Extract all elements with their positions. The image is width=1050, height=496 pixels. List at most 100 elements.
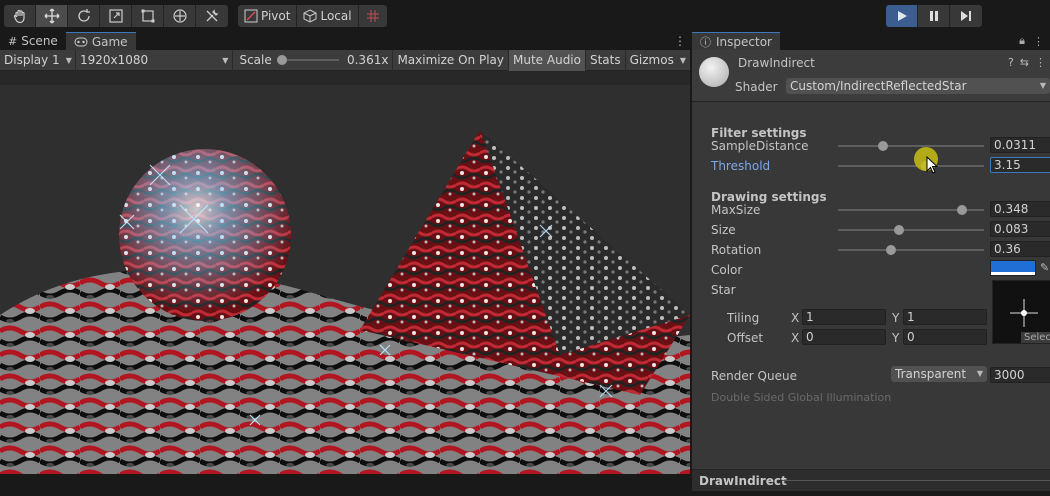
sample-distance-slider[interactable] bbox=[838, 141, 984, 151]
tiling-x-field[interactable]: 1 bbox=[802, 309, 886, 325]
pause-button[interactable] bbox=[918, 5, 950, 27]
tiling-y-label: Y bbox=[892, 311, 900, 325]
filter-settings-header: Filter settings bbox=[711, 126, 807, 140]
context-menu-icon[interactable]: ⋮ bbox=[1035, 56, 1046, 69]
scale-icon bbox=[108, 9, 123, 23]
offset-y-label: Y bbox=[892, 331, 900, 345]
transform-tool-button[interactable] bbox=[164, 5, 196, 27]
max-size-field[interactable]: 0.348 bbox=[990, 201, 1050, 217]
transform-tools bbox=[4, 5, 228, 27]
tab-game[interactable]: Game bbox=[65, 32, 136, 50]
star-texture-slot[interactable]: Select bbox=[992, 280, 1050, 344]
material-header: DrawIndirect ? ⇆ ⋮ Shader Custom/Indirec… bbox=[692, 50, 1050, 102]
lock-icon[interactable]: 🔒︎ bbox=[1019, 34, 1025, 48]
mouse-cursor-icon bbox=[926, 156, 938, 174]
game-viewport[interactable] bbox=[0, 85, 690, 474]
resolution-select[interactable]: 1920x1080 ▼ bbox=[76, 49, 234, 71]
scale-slider[interactable] bbox=[277, 55, 339, 65]
hand-tool-button[interactable] bbox=[4, 5, 36, 27]
render-queue-label: Render Queue bbox=[711, 369, 797, 383]
scale-value: 0.361x bbox=[346, 53, 389, 67]
pivot-toggles: Pivot Local bbox=[238, 5, 387, 27]
size-slider[interactable] bbox=[838, 225, 984, 235]
playback-controls bbox=[886, 5, 982, 27]
info-icon: ⓘ bbox=[700, 35, 711, 49]
double-sided-gi-label: Double Sided Global Illumination bbox=[711, 391, 892, 404]
chevron-down-icon: ▼ bbox=[222, 55, 229, 65]
hand-icon bbox=[13, 9, 25, 24]
resolution-value: 1920x1080 bbox=[80, 53, 149, 67]
inspector-footer: DrawIndirect bbox=[692, 469, 1050, 491]
window-bottom-edge bbox=[0, 491, 1050, 496]
display-value: Display 1 bbox=[4, 53, 60, 67]
offset-y-field[interactable]: 0 bbox=[903, 329, 987, 345]
move-tool-button[interactable] bbox=[36, 5, 68, 27]
sample-distance-label: SampleDistance bbox=[711, 139, 809, 153]
display-select[interactable]: Display 1 ▼ bbox=[0, 49, 76, 71]
shader-select[interactable]: Custom/IndirectReflectedStar ▼ bbox=[786, 78, 1050, 94]
game-panel: # Scene Game ⋮ Display 1 ▼ 1920x1080 ▼ S… bbox=[0, 32, 690, 496]
render-queue-field[interactable]: 3000 bbox=[990, 367, 1050, 383]
stats-toggle[interactable]: Stats bbox=[586, 49, 626, 71]
gizmos-toggle[interactable]: Gizmos ▼ bbox=[626, 50, 690, 71]
pivot-button[interactable]: Pivot bbox=[238, 5, 298, 27]
rotation-field[interactable]: 0.36 bbox=[990, 241, 1050, 257]
main-toolbar: Pivot Local bbox=[0, 0, 1050, 32]
panel-menu-icon[interactable]: ⋮ bbox=[1033, 35, 1044, 48]
eyedropper-icon[interactable]: ✎ bbox=[1040, 261, 1049, 274]
step-button[interactable] bbox=[950, 5, 982, 27]
pivot-label: Pivot bbox=[261, 9, 291, 23]
sample-distance-field[interactable]: 0.0311 bbox=[990, 137, 1050, 153]
drawing-settings-header: Drawing settings bbox=[711, 190, 827, 204]
custom-tool-button[interactable] bbox=[196, 5, 228, 27]
play-button[interactable] bbox=[886, 5, 918, 27]
transform-icon bbox=[172, 9, 187, 23]
help-icon[interactable]: ? bbox=[1008, 56, 1014, 69]
alpha-bar bbox=[991, 272, 1035, 275]
pause-icon bbox=[929, 11, 938, 21]
chevron-down-icon: ▼ bbox=[679, 55, 686, 65]
local-label: Local bbox=[320, 9, 352, 23]
scale-tool-button[interactable] bbox=[100, 5, 132, 27]
panel-menu-icon[interactable]: ⋮ bbox=[670, 32, 690, 49]
tab-scene[interactable]: # Scene bbox=[0, 32, 66, 50]
scale-slider-knob[interactable] bbox=[277, 55, 287, 65]
render-queue-select[interactable]: Transparent ▼ bbox=[891, 366, 987, 382]
max-size-knob[interactable] bbox=[957, 205, 968, 215]
tiling-label: Tiling bbox=[727, 311, 760, 325]
tab-inspector[interactable]: ⓘ Inspector bbox=[692, 32, 780, 50]
preset-icon[interactable]: ⇆ bbox=[1020, 56, 1029, 69]
rendered-scene bbox=[0, 85, 690, 474]
size-field[interactable]: 0.083 bbox=[990, 221, 1050, 237]
gizmos-label: Gizmos bbox=[629, 53, 674, 67]
threshold-slider[interactable] bbox=[838, 161, 984, 171]
sample-distance-knob[interactable] bbox=[878, 141, 889, 151]
tab-game-label: Game bbox=[91, 34, 128, 49]
threshold-label: Threshold bbox=[711, 159, 771, 173]
threshold-field[interactable]: 3.15 bbox=[990, 157, 1050, 173]
scale-control: Scale 0.361x bbox=[233, 49, 394, 71]
grid-snap-button[interactable] bbox=[359, 5, 387, 27]
max-size-label: MaxSize bbox=[711, 203, 761, 217]
rotation-knob[interactable] bbox=[885, 245, 896, 255]
texture-select-button[interactable]: Select bbox=[1021, 332, 1050, 343]
material-preview bbox=[699, 57, 729, 87]
mute-audio-toggle[interactable]: Mute Audio bbox=[509, 49, 586, 71]
color-field[interactable] bbox=[990, 260, 1036, 276]
chevron-down-icon: ▼ bbox=[976, 369, 983, 378]
chevron-down-icon: ▼ bbox=[65, 55, 72, 65]
size-knob[interactable] bbox=[894, 225, 905, 235]
rotate-tool-button[interactable] bbox=[68, 5, 100, 27]
rect-tool-button[interactable] bbox=[132, 5, 164, 27]
max-size-slider[interactable] bbox=[838, 205, 984, 215]
material-header-icons: ? ⇆ ⋮ bbox=[1008, 56, 1046, 69]
rotation-slider[interactable] bbox=[838, 245, 984, 255]
star-label: Star bbox=[711, 283, 736, 297]
rotate-icon bbox=[77, 9, 90, 22]
tiling-y-field[interactable]: 1 bbox=[903, 309, 987, 325]
offset-x-field[interactable]: 0 bbox=[802, 329, 886, 345]
material-name: DrawIndirect bbox=[738, 56, 815, 70]
grid-icon: # bbox=[8, 34, 18, 48]
maximize-on-play-toggle[interactable]: Maximize On Play bbox=[393, 49, 510, 71]
local-button[interactable]: Local bbox=[297, 5, 359, 27]
